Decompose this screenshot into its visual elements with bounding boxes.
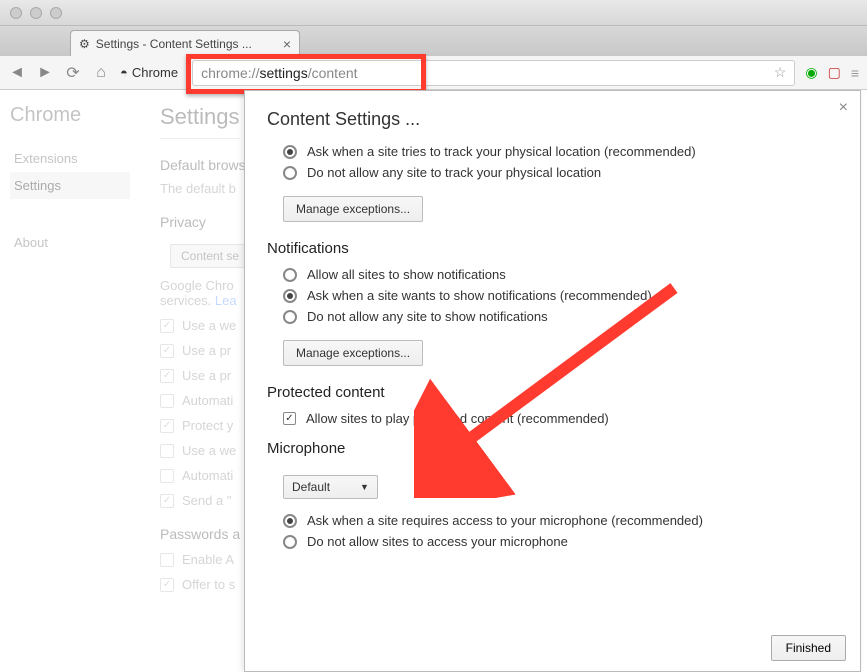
checkbox[interactable]: ✓ [160,369,174,383]
extension-icon[interactable]: ◉ [805,64,817,81]
checkbox[interactable] [160,444,174,458]
content-settings-button[interactable]: Content se [170,244,250,268]
toolbar: ◄ ► ⟳ ⌂ ◓ Chrome chrome://settings/conte… [0,56,867,90]
tab-bar: ⚙ Settings - Content Settings ... × [0,26,867,56]
divider [160,138,240,139]
close-icon[interactable]: × [839,99,848,117]
gear-icon: ⚙ [79,37,90,51]
content-settings-dialog: × Content Settings ... Ask when a site t… [244,90,861,672]
annotation-highlight [186,54,426,94]
chrome-icon: ◓ [120,65,128,80]
microphone-device-select[interactable]: Default▼ [283,475,378,499]
checkbox[interactable] [160,469,174,483]
learn-more-link[interactable]: Lea [215,293,237,308]
radio-icon [283,535,297,549]
extension-icon-2[interactable]: ▢ [828,64,841,81]
chevron-down-icon: ▼ [360,482,369,492]
forward-icon[interactable]: ► [36,64,54,82]
checkbox[interactable]: ✓ [160,344,174,358]
checkbox[interactable] [160,553,174,567]
browser-tab[interactable]: ⚙ Settings - Content Settings ... × [70,30,300,56]
location-ask-radio[interactable]: Ask when a site tries to track your phys… [283,144,838,159]
protected-content-heading: Protected content [267,384,838,401]
microphone-ask-radio[interactable]: Ask when a site requires access to your … [283,513,838,528]
traffic-close[interactable] [10,7,22,19]
finished-button[interactable]: Finished [771,635,846,661]
radio-icon [283,145,297,159]
sidebar: Chrome Extensions Settings About [0,90,140,672]
star-icon[interactable]: ☆ [774,64,787,81]
sidebar-item-about[interactable]: About [10,229,130,256]
radio-icon [283,514,297,528]
traffic-max[interactable] [50,7,62,19]
close-icon[interactable]: × [283,36,291,52]
reload-icon[interactable]: ⟳ [64,63,82,83]
checkbox-icon: ✓ [283,412,296,425]
tab-title: Settings - Content Settings ... [96,37,252,51]
radio-icon [283,166,297,180]
location-block-radio[interactable]: Do not allow any site to track your phys… [283,165,838,180]
location-manage-exceptions-button[interactable]: Manage exceptions... [283,196,423,222]
brand-title: Chrome [10,104,130,127]
notifications-ask-radio[interactable]: Ask when a site wants to show notificati… [283,288,838,303]
window-titlebar [0,0,867,26]
traffic-min[interactable] [30,7,42,19]
back-icon[interactable]: ◄ [8,64,26,82]
secure-origin: ◓ Chrome [120,65,178,80]
checkbox[interactable]: ✓ [160,494,174,508]
dialog-title: Content Settings ... [267,109,838,130]
checkbox[interactable]: ✓ [160,419,174,433]
notifications-manage-exceptions-button[interactable]: Manage exceptions... [283,340,423,366]
checkbox[interactable]: ✓ [160,578,174,592]
sidebar-item-extensions[interactable]: Extensions [10,145,130,172]
checkbox[interactable] [160,394,174,408]
notifications-allow-radio[interactable]: Allow all sites to show notifications [283,267,838,282]
notifications-heading: Notifications [267,240,838,257]
microphone-block-radio[interactable]: Do not allow sites to access your microp… [283,534,838,549]
radio-icon [283,310,297,324]
radio-icon [283,289,297,303]
sidebar-item-settings[interactable]: Settings [10,172,130,199]
protected-content-checkbox[interactable]: ✓Allow sites to play protected content (… [283,411,838,426]
notifications-block-radio[interactable]: Do not allow any site to show notificati… [283,309,838,324]
radio-icon [283,268,297,282]
microphone-heading: Microphone [267,440,838,457]
checkbox[interactable]: ✓ [160,319,174,333]
menu-icon[interactable]: ≡ [851,65,859,81]
home-icon[interactable]: ⌂ [92,64,110,82]
